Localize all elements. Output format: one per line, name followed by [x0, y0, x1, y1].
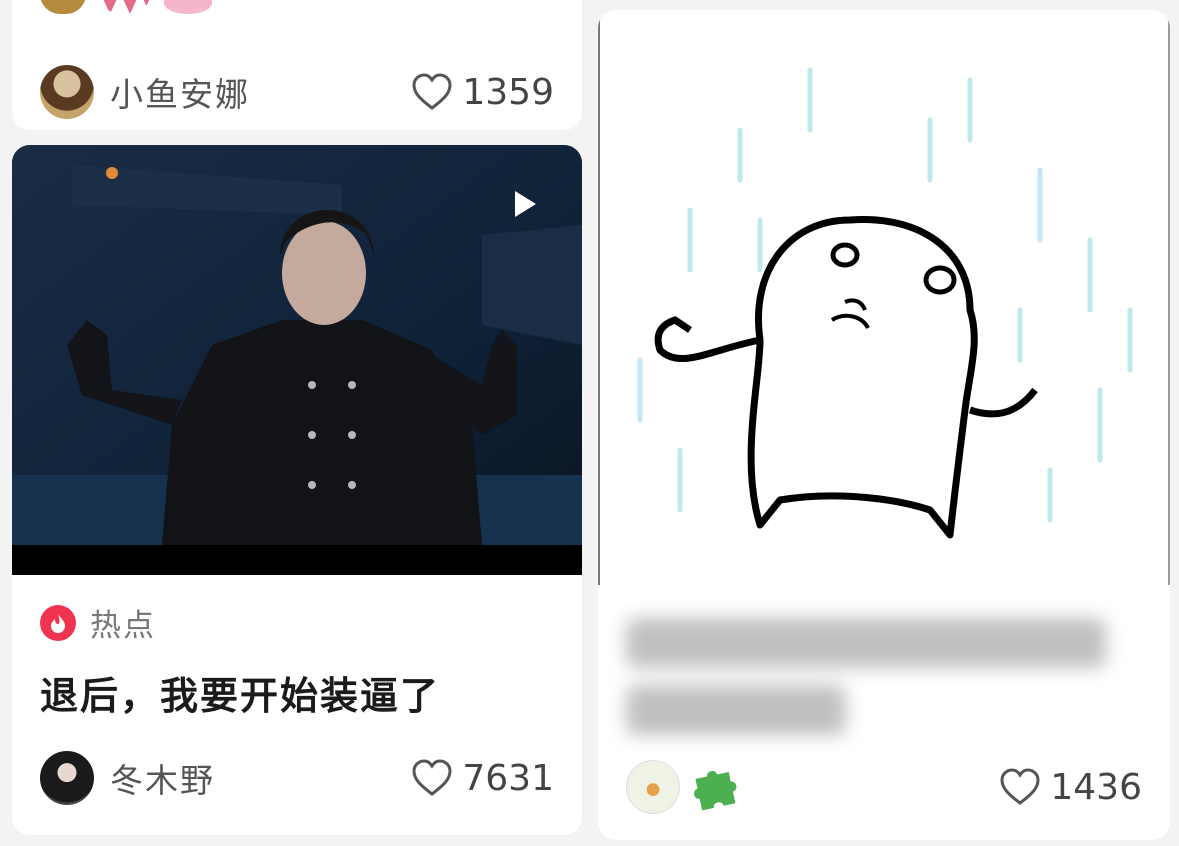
video-cover[interactable]	[12, 145, 582, 575]
flower-sticker-icon	[164, 0, 212, 14]
heart-outline-icon	[412, 759, 452, 796]
note-card-3[interactable]: 1436	[598, 10, 1170, 840]
like-count: 7631	[462, 757, 554, 799]
crying-blob-drawing	[637, 67, 1133, 539]
heart-outline-icon	[1000, 768, 1040, 805]
bear-sticker-icon	[40, 0, 86, 14]
play-icon[interactable]	[512, 189, 538, 219]
note-card-1[interactable]: 小鱼安娜 1359	[12, 0, 582, 130]
author-avatar[interactable]	[626, 760, 680, 814]
heart-outline-icon	[412, 73, 452, 110]
bow-sticker-icon	[100, 0, 150, 14]
author-name[interactable]: 小鱼安娜	[110, 68, 250, 116]
like-button[interactable]: 7631	[410, 758, 554, 799]
fire-icon	[40, 604, 76, 641]
puzzle-icon	[694, 771, 737, 811]
author-avatar[interactable]	[40, 65, 94, 119]
like-count: 1359	[462, 71, 554, 113]
blurred-title-line-1	[626, 618, 1106, 668]
blurred-title-line-2	[626, 685, 846, 735]
topic-label: 热点	[90, 608, 156, 644]
topic-tag[interactable]: 热点	[40, 600, 156, 645]
like-button[interactable]: 1436	[998, 767, 1142, 808]
note-title[interactable]: 退后，我要开始装逼了	[40, 665, 440, 720]
cover-image[interactable]	[598, 10, 1170, 585]
card-footer: 冬木野 7631	[12, 743, 582, 813]
video-thumbnail-image	[12, 145, 582, 575]
like-count: 1436	[1050, 766, 1142, 808]
note-card-2[interactable]: 热点 退后，我要开始装逼了 冬木野 7631	[12, 145, 582, 835]
cover-sticker-strip	[40, 0, 212, 18]
author-name[interactable]: 冬木野	[110, 754, 215, 802]
card-footer: 1436	[598, 752, 1170, 822]
card-footer: 小鱼安娜 1359	[12, 57, 582, 127]
author-avatar[interactable]	[40, 751, 94, 805]
like-button[interactable]: 1359	[410, 72, 554, 113]
